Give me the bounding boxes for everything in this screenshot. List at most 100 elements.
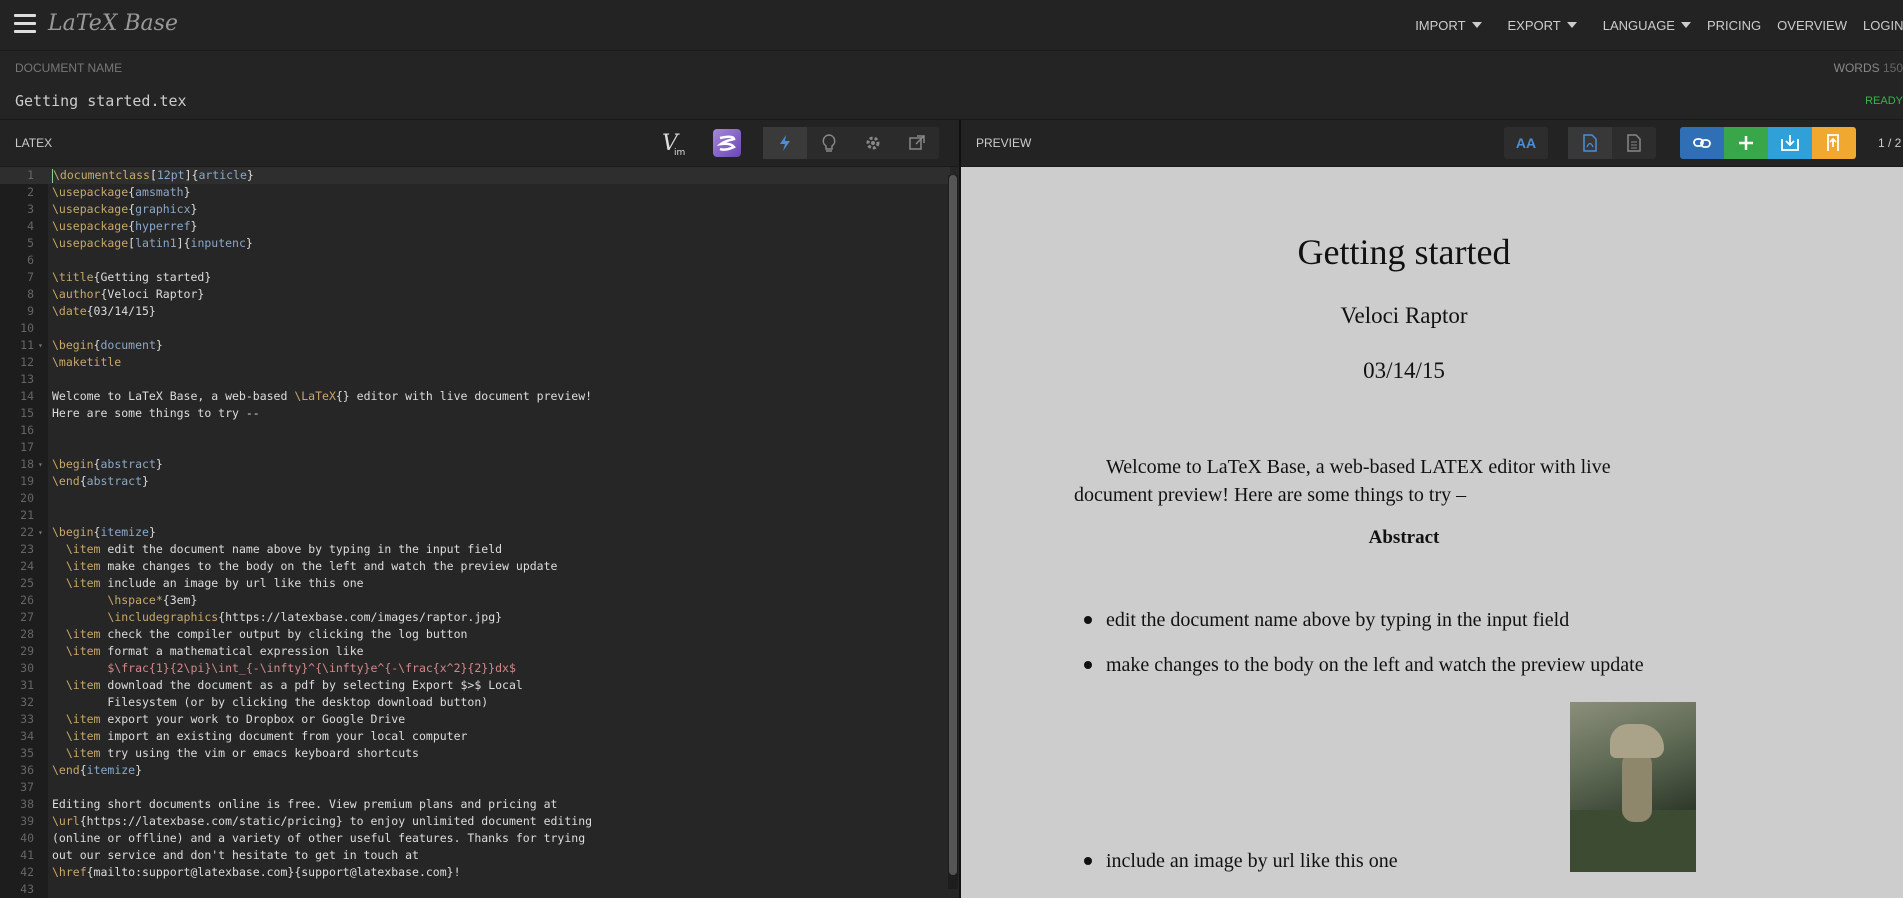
gear-icon[interactable] <box>851 127 895 159</box>
line-number: 23 <box>20 542 34 556</box>
code-line[interactable]: 17 <box>0 439 950 456</box>
code-line[interactable]: 14 Welcome to LaTeX Base, a web-based \La… <box>0 388 950 405</box>
code-line[interactable]: 32 Filesystem (or by clicking the deskto… <box>0 694 950 711</box>
code-line[interactable]: 37 <box>0 779 950 796</box>
line-number: 14 <box>20 389 34 403</box>
line-number: 38 <box>20 797 34 811</box>
preview-doc-title: Getting started <box>1297 232 1511 272</box>
line-number: 15 <box>20 406 34 420</box>
code-text: out our service and don't hesitate to ge… <box>52 848 419 862</box>
code-line[interactable]: 42 \href{mailto:support@latexbase.com}{su… <box>0 864 950 881</box>
code-line[interactable]: 34 \item import an existing document fro… <box>0 728 950 745</box>
compile-bolt-icon[interactable] <box>763 127 807 159</box>
code-line[interactable]: 41 out our service and don't hesitate to … <box>0 847 950 864</box>
code-line[interactable]: 19 \end{abstract} <box>0 473 950 490</box>
line-number: 42 <box>20 865 34 879</box>
preview-list-item: edit the document name above by typing i… <box>1084 609 1569 632</box>
line-number: 37 <box>20 780 34 794</box>
code-text: \url{https://latexbase.com/static/pricin… <box>52 814 593 828</box>
code-line[interactable]: 25 \item include an image by url like th… <box>0 575 950 592</box>
code-text: \title{Getting started} <box>52 270 212 284</box>
code-line[interactable]: 35 \item try using the vim or emacs keyb… <box>0 745 950 762</box>
editor-scrollbar[interactable] <box>948 175 958 889</box>
pdf-view-icon[interactable] <box>1568 127 1612 159</box>
code-line[interactable]: 16 <box>0 422 950 439</box>
document-name-input[interactable]: Getting started.tex <box>15 92 187 110</box>
code-line[interactable]: 3 \usepackage{graphicx} <box>0 201 950 218</box>
code-line[interactable]: 20 <box>0 490 950 507</box>
line-number: 10 <box>20 321 34 335</box>
code-line[interactable]: 2 \usepackage{amsmath} <box>0 184 950 201</box>
lightbulb-icon[interactable] <box>807 127 851 159</box>
nav-pricing[interactable]: PRICING <box>1707 18 1761 33</box>
line-number: 25 <box>20 576 34 590</box>
code-line[interactable]: 6 <box>0 252 950 269</box>
code-line[interactable]: 4 \usepackage{hyperref} <box>0 218 950 235</box>
code-text: Filesystem (or by clicking the desktop d… <box>52 695 489 709</box>
code-line[interactable]: 13 <box>0 371 950 388</box>
line-number: 20 <box>20 491 34 505</box>
vim-mode-icon[interactable]: Vim <box>660 128 688 158</box>
line-number: 33 <box>20 712 34 726</box>
preview-list-item: make changes to the body on the left and… <box>1084 654 1644 677</box>
code-line[interactable]: 1 \documentclass[12pt]{article} <box>0 167 950 184</box>
code-line[interactable]: 8 \author{Veloci Raptor} <box>0 286 950 303</box>
nav-overview[interactable]: OVERVIEW <box>1777 18 1847 33</box>
emacs-mode-icon[interactable] <box>713 129 741 157</box>
code-line[interactable]: 27 \includegraphics{https://latexbase.co… <box>0 609 950 626</box>
code-line[interactable]: 28 \item check the compiler output by cl… <box>0 626 950 643</box>
code-line[interactable]: 9 \date{03/14/15} <box>0 303 950 320</box>
code-text: Welcome to LaTeX Base, a web-based \LaTe… <box>52 389 593 403</box>
line-number: 26 <box>20 593 34 607</box>
code-line[interactable]: 7 \title{Getting started} <box>0 269 950 286</box>
code-text: \usepackage{amsmath} <box>52 185 191 199</box>
nav-language[interactable]: LANGUAGE <box>1603 18 1691 33</box>
code-line[interactable]: 22 ▾ \begin{itemize} <box>0 524 950 541</box>
code-editor[interactable]: 1 \documentclass[12pt]{article} 2 \usepacka… <box>0 167 961 898</box>
font-size-button[interactable]: AA <box>1504 127 1548 159</box>
code-text: \documentclass[12pt]{article} <box>52 168 254 183</box>
code-line[interactable]: 12 \maketitle <box>0 354 950 371</box>
nav-export[interactable]: EXPORT <box>1508 18 1577 33</box>
log-view-icon[interactable] <box>1612 127 1656 159</box>
upload-icon[interactable] <box>1812 127 1856 159</box>
code-line[interactable]: 36 \end{itemize} <box>0 762 950 779</box>
code-line[interactable]: 23 \item edit the document name above by… <box>0 541 950 558</box>
brand-logo[interactable]: LaTeX Base <box>48 11 178 36</box>
code-line[interactable]: 29 \item format a mathematical expressio… <box>0 643 950 660</box>
menu-icon[interactable] <box>14 14 36 34</box>
code-line[interactable]: 10 <box>0 320 950 337</box>
preview-title: PREVIEW <box>976 136 1032 150</box>
add-icon[interactable] <box>1724 127 1768 159</box>
code-line[interactable]: 15 Here are some things to try -- <box>0 405 950 422</box>
nav-login[interactable]: LOGIN <box>1863 18 1903 33</box>
code-line[interactable]: 31 \item download the document as a pdf … <box>0 677 950 694</box>
code-text: \end{abstract} <box>52 474 149 488</box>
code-line[interactable]: 39 \url{https://latexbase.com/static/pric… <box>0 813 950 830</box>
code-line[interactable]: 21 <box>0 507 950 524</box>
code-line[interactable]: 30 $\frac{1}{2\pi}\int_{-\infty}^{\infty… <box>0 660 950 677</box>
line-number: 5 <box>27 236 34 250</box>
line-number: 17 <box>20 440 34 454</box>
code-line[interactable]: 40 (online or offline) and a variety of o… <box>0 830 950 847</box>
code-line[interactable]: 5 \usepackage[latin1]{inputenc} <box>0 235 950 252</box>
fold-toggle-icon[interactable]: ▾ <box>38 456 43 473</box>
scrollbar-thumb[interactable] <box>949 175 957 875</box>
code-line[interactable]: 43 <box>0 881 950 898</box>
code-line[interactable]: 26 \hspace*{3em} <box>0 592 950 609</box>
link-icon[interactable] <box>1680 127 1724 159</box>
word-count-label: WORDS <box>1833 61 1880 75</box>
popout-icon[interactable] <box>895 127 939 159</box>
fold-toggle-icon[interactable]: ▾ <box>38 337 43 354</box>
nav-import[interactable]: IMPORT <box>1415 18 1482 33</box>
code-text: \author{Veloci Raptor} <box>52 287 205 301</box>
download-icon[interactable] <box>1768 127 1812 159</box>
code-line[interactable]: 38 Editing short documents online is free… <box>0 796 950 813</box>
fold-toggle-icon[interactable]: ▾ <box>38 524 43 541</box>
code-line[interactable]: 11 ▾ \begin{document} <box>0 337 950 354</box>
code-line[interactable]: 33 \item export your work to Dropbox or … <box>0 711 950 728</box>
code-line[interactable]: 18 ▾ \begin{abstract} <box>0 456 950 473</box>
word-count: WORDS 150 <box>1834 61 1903 75</box>
editor-toolbar: LATEX Vim <box>0 120 961 167</box>
code-line[interactable]: 24 \item make changes to the body on the… <box>0 558 950 575</box>
